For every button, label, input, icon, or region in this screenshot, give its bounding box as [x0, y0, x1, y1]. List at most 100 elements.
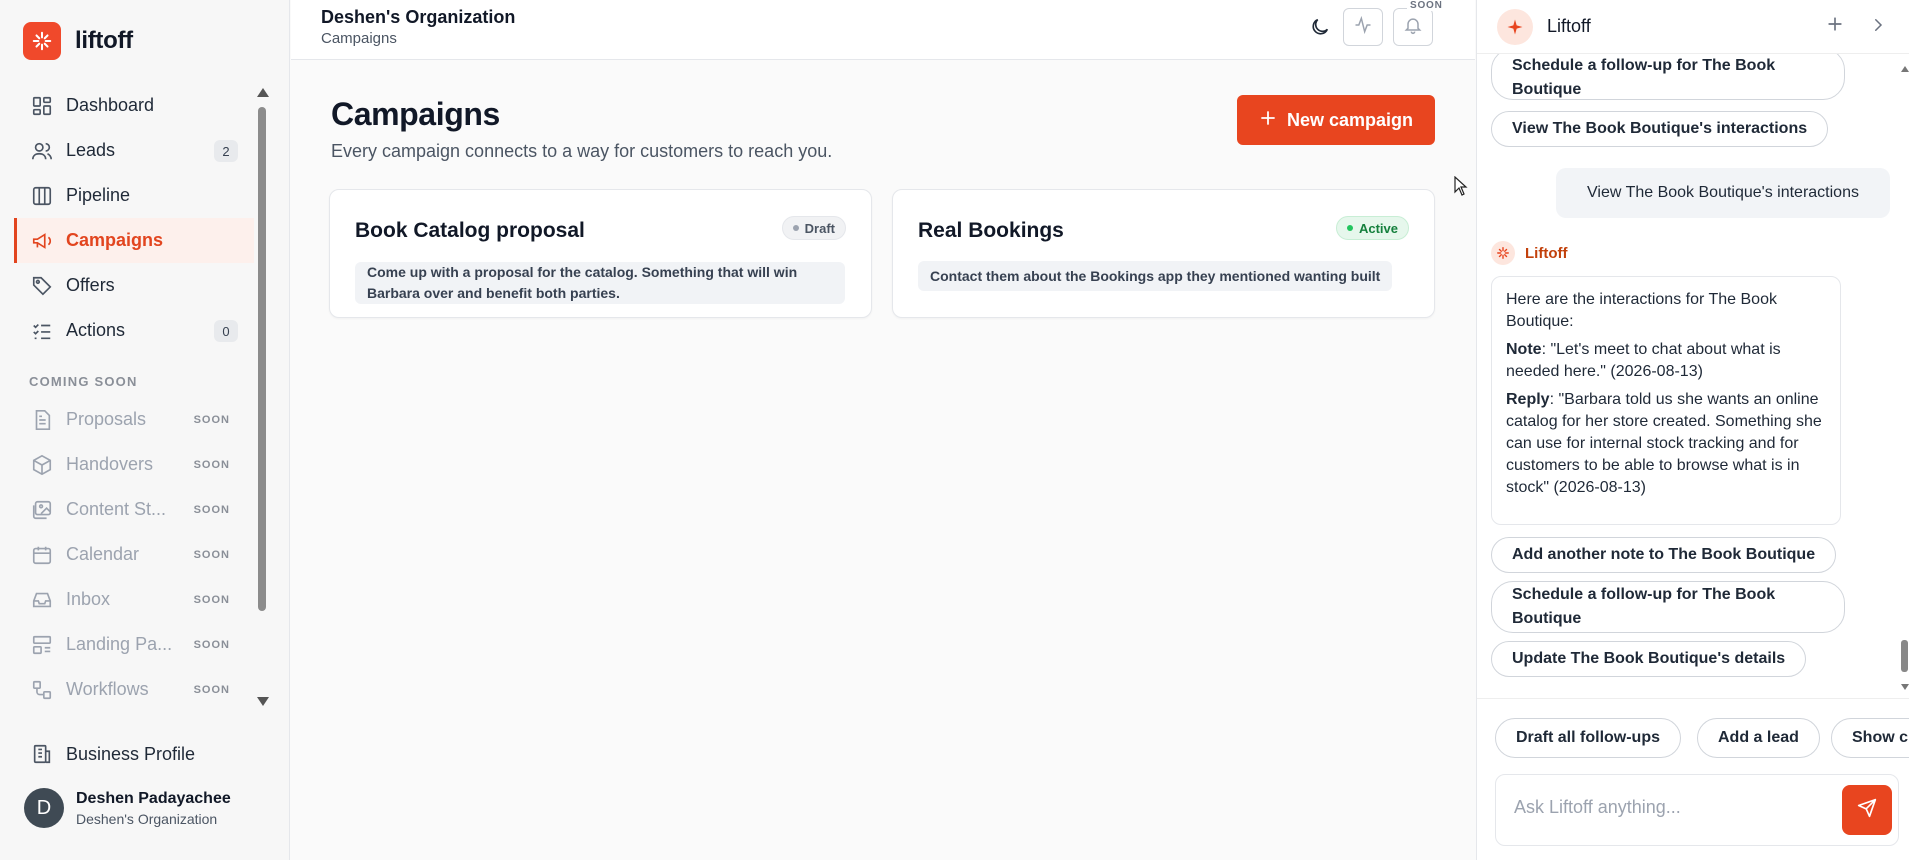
scrollbar-thumb[interactable] [258, 107, 266, 611]
campaign-card[interactable]: Real Bookings Active Contact them about … [892, 189, 1435, 318]
workflow-icon [30, 678, 54, 702]
sidebar-item-workflows[interactable]: Workflows SOON [14, 667, 254, 712]
sparkle-icon [1497, 9, 1533, 45]
new-campaign-button[interactable]: New campaign [1237, 95, 1435, 145]
breadcrumb: Campaigns [321, 30, 397, 47]
user-message: View The Book Boutique's interactions [1556, 168, 1890, 218]
top-bar: Deshen's Organization Campaigns SOON [291, 0, 1475, 60]
assistant-name: Liftoff [1525, 244, 1568, 262]
assistant-label: Liftoff [1491, 241, 1567, 265]
chat-scrollbar-thumb[interactable] [1901, 640, 1908, 672]
sidebar-item-pipeline[interactable]: Pipeline [14, 173, 254, 218]
business-profile-link[interactable]: Business Profile [14, 732, 276, 776]
page-subtitle: Every campaign connects to a way for cus… [331, 141, 833, 161]
interaction-reply: Reply: "Barbara told us she wants an onl… [1506, 389, 1826, 499]
sidebar-item-label: Landing Pa... [66, 634, 173, 654]
checklist-icon [30, 319, 54, 343]
soon-tag: SOON [193, 593, 230, 606]
soon-tag: SOON [193, 638, 230, 651]
plus-icon [1259, 109, 1277, 132]
assistant-panel: Liftoff Schedule a follow-up for The Boo… [1476, 0, 1909, 860]
suggestion-label: Update The Book Boutique's details [1512, 650, 1786, 667]
sidebar-item-landing-pages[interactable]: Landing Pa... SOON [14, 622, 254, 667]
sidebar-item-label: Campaigns [66, 230, 164, 250]
sidebar-item-offers[interactable]: Offers [14, 263, 254, 308]
assistant-title: Liftoff [1547, 16, 1591, 36]
page-title: Campaigns [331, 96, 500, 132]
note-text: : "Let's meet to chat about what is need… [1506, 341, 1781, 380]
sidebar-item-label: Inbox [66, 589, 111, 609]
sidebar-item-proposals[interactable]: Proposals SOON [14, 397, 254, 442]
sidebar-item-label: Workflows [66, 679, 149, 699]
moon-icon[interactable] [1309, 16, 1333, 40]
chat-scroll-up-icon[interactable] [1901, 66, 1909, 72]
sidebar-item-campaigns[interactable]: Campaigns [14, 218, 254, 263]
brand-logo[interactable]: liftoff [23, 22, 133, 60]
campaign-card[interactable]: Book Catalog proposal Draft Come up with… [329, 189, 872, 318]
campaign-title: Book Catalog proposal [355, 219, 585, 242]
assistant-message: Here are the interactions for The Book B… [1491, 276, 1841, 525]
business-profile-label: Business Profile [66, 743, 196, 764]
assistant-messages[interactable]: Schedule a follow-up for The Book Boutiq… [1477, 54, 1909, 698]
sidebar-item-label: Content St... [66, 499, 167, 519]
campaign-description: Come up with a proposal for the catalog.… [355, 262, 845, 304]
sidebar: liftoff Dashboard Leads 2 Pipeline Campa… [0, 0, 290, 860]
sidebar-item-leads[interactable]: Leads 2 [14, 128, 254, 173]
sidebar-item-calendar[interactable]: Calendar SOON [14, 532, 254, 577]
soon-tag: SOON [193, 683, 230, 696]
chevron-right-icon[interactable] [1869, 16, 1887, 39]
reply-label: Reply [1506, 391, 1550, 408]
organization-name: Deshen's Organization [321, 7, 516, 27]
sidebar-item-content-studio[interactable]: Content St... SOON [14, 487, 254, 532]
sidebar-item-inbox[interactable]: Inbox SOON [14, 577, 254, 622]
calendar-icon [30, 543, 54, 567]
chat-scroll-down-icon[interactable] [1901, 684, 1909, 690]
status-badge: Draft [781, 216, 846, 240]
coming-soon-heading: COMING SOON [29, 374, 138, 389]
sidebar-item-actions[interactable]: Actions 0 [14, 308, 254, 353]
megaphone-icon [30, 229, 54, 253]
description-line: Contact them about the Bookings app they… [930, 268, 1381, 284]
activity-button[interactable] [1343, 8, 1383, 46]
suggestion-label: View The Book Boutique's interactions [1512, 120, 1808, 137]
user-profile[interactable]: D Deshen Padayachee Deshen's Organizatio… [24, 788, 231, 828]
sidebar-item-label: Actions [66, 320, 126, 340]
user-org: Deshen's Organization [76, 810, 218, 827]
interaction-note: Note: "Let's meet to chat about what is … [1506, 339, 1826, 383]
suggestion-pill[interactable]: Schedule a follow-up for The Book Boutiq… [1491, 581, 1845, 633]
status-label: Draft [804, 220, 835, 236]
sidebar-item-dashboard[interactable]: Dashboard [14, 83, 254, 128]
show-button[interactable]: Show c [1831, 718, 1909, 758]
sidebar-item-handovers[interactable]: Handovers SOON [14, 442, 254, 487]
leads-count-badge: 2 [214, 140, 238, 162]
avatar: D [24, 788, 64, 828]
suggestion-pill[interactable]: Update The Book Boutique's details [1491, 641, 1807, 677]
new-chat-plus-icon[interactable] [1825, 14, 1845, 39]
activity-icon [1353, 15, 1373, 40]
sidebar-scrollbar[interactable] [254, 83, 270, 711]
note-label: Note [1506, 341, 1542, 358]
main-content: Campaigns Every campaign connects to a w… [291, 61, 1475, 860]
notifications-button[interactable] [1393, 8, 1433, 46]
suggestion-label: Schedule a follow-up for The Book Boutiq… [1512, 586, 1776, 627]
status-label: Active [1358, 220, 1398, 236]
suggestion-pill[interactable]: Add another note to The Book Boutique [1491, 537, 1837, 573]
dashboard-icon [30, 94, 54, 118]
suggestion-pill[interactable]: Schedule a follow-up for The Book Boutiq… [1491, 54, 1845, 100]
suggestion-pill[interactable]: View The Book Boutique's interactions [1491, 111, 1829, 147]
sidebar-item-label: Pipeline [66, 185, 131, 205]
scroll-down-arrow-icon[interactable] [257, 697, 269, 706]
inbox-icon [30, 588, 54, 612]
sidebar-item-label: Handovers [66, 454, 154, 474]
scroll-up-arrow-icon[interactable] [257, 88, 269, 97]
layout-icon [30, 633, 54, 657]
send-button[interactable] [1842, 785, 1892, 835]
chat-input[interactable] [1514, 797, 1814, 818]
sidebar-item-label: Proposals [66, 409, 147, 429]
liftoff-logo-icon [23, 22, 61, 60]
sidebar-item-label: Calendar [66, 544, 140, 564]
add-lead-button[interactable]: Add a lead [1697, 718, 1820, 758]
notifications-soon-badge: SOON [1407, 0, 1446, 11]
description-line: Barbara over and benefit both parties. [367, 285, 620, 301]
draft-follow-ups-button[interactable]: Draft all follow-ups [1495, 718, 1681, 758]
